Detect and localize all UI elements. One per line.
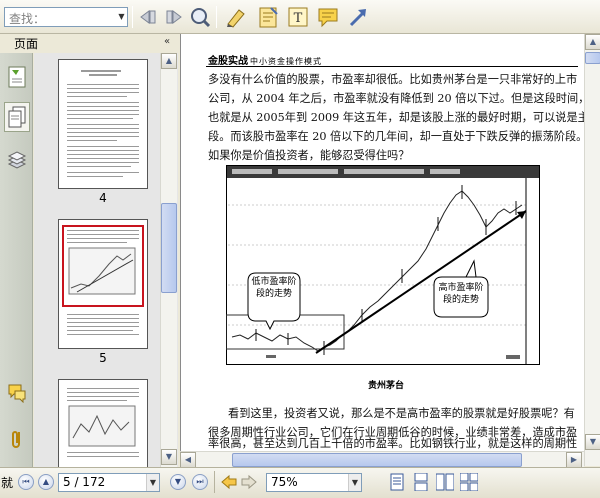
paragraph-line: 多没有什么价值的股票，市盈率却很低。比如贵州茅台是一只非常好的上市 [208,73,578,86]
header-rule [206,66,578,67]
continuous-view-icon[interactable] [412,473,430,491]
page-header-title: 金股实战 [208,56,248,67]
notes-icon[interactable] [256,5,280,29]
paragraph-line: 段。而该股市盈率在 20 倍以下的几年间，却一直处于下跌反弹的振荡阶段。 [208,130,588,143]
page-number-field[interactable]: 5 / 172 [58,473,160,492]
collapse-panel-button[interactable]: « [164,36,170,47]
arrow-tool-icon[interactable] [346,5,370,29]
page-thumbnail-6[interactable] [58,379,148,467]
status-text-cut: 就 [1,476,14,490]
status-separator [214,471,215,493]
scroll-thumb[interactable] [232,453,522,467]
scroll-thumb[interactable] [585,52,600,64]
go-back-icon[interactable] [220,473,238,491]
page-thumbnail-5[interactable] [58,219,148,349]
back-arrow-icon[interactable] [136,5,160,29]
callout-low-pe: 低市盈率阶段的走势 [251,277,297,299]
continuous-facing-view-icon[interactable] [460,473,478,491]
scroll-up-button[interactable]: ▲ [585,34,600,50]
scroll-right-button[interactable]: ▶ [566,452,582,468]
thumbnail-scrollbar[interactable]: ▲ ▼ [160,53,177,467]
forward-arrow-icon[interactable] [162,5,186,29]
thumbnail-label: 5 [99,351,107,365]
thumbnail-pane: 4 5 [34,53,178,467]
scroll-up-button[interactable]: ▲ [161,53,177,69]
layers-panel-icon[interactable] [4,146,30,176]
svg-text:T: T [294,11,303,26]
stock-chart-figure [225,165,540,365]
previous-page-icon[interactable]: ▲ [38,474,54,490]
search-dropdown-button[interactable]: ▼ [116,8,127,26]
attachment-icon[interactable] [4,424,30,454]
bookmark-panel-icon[interactable] [4,62,30,92]
thumbnail-label: 4 [99,191,107,205]
next-page-icon[interactable]: ▼ [170,474,186,490]
search-input[interactable]: 查找： [4,7,128,27]
scroll-thumb[interactable] [161,203,177,293]
search-zoom-icon[interactable] [188,5,212,29]
nav-panel-title: 页面 [14,37,39,51]
text-box-icon[interactable]: T [286,5,310,29]
zoom-dropdown-button[interactable]: ▼ [348,474,361,491]
document-scrollbar[interactable]: ▲ ▼ [584,34,600,466]
single-page-view-icon[interactable] [388,473,406,491]
paragraph-line: 也就是从 2005年到 2009 年这五年，却是该股上涨的最好时期，可以说是主升 [208,111,600,124]
paragraph-line: 看到这里，投资者又说，那么是不是高市盈率的股票就是好股票呢？有 [228,407,575,420]
facing-view-icon[interactable] [436,473,454,491]
comments-panel-icon[interactable] [4,378,30,408]
pages-panel-icon[interactable] [4,102,30,132]
horizontal-scrollbar[interactable]: ◀ ▶ [180,451,584,468]
toolbar-separator [216,6,217,28]
paragraph-line: 如果你是价值投资者，能够忍受得住吗？ [208,149,410,162]
scroll-left-button[interactable]: ◀ [180,452,196,468]
scroll-down-button[interactable]: ▼ [161,449,177,465]
scroll-down-button[interactable]: ▼ [585,434,600,450]
callout-high-pe: 高市盈率阶段的走势 [438,283,484,305]
last-page-icon[interactable]: ⏭ [192,474,208,490]
page-dropdown-button[interactable]: ▼ [146,474,159,491]
paragraph-line: 公司，从 2004 年之后，市盈率就没有降低到 20 倍以下过。但是这段时间， [208,92,590,105]
toolbar-separator [132,6,133,28]
go-forward-icon[interactable] [240,473,258,491]
first-page-icon[interactable]: ⏮ [18,474,34,490]
highlighter-icon[interactable] [224,5,248,29]
figure-caption: 贵州茅台 [368,381,405,391]
comment-icon[interactable] [316,5,340,29]
page-thumbnail-4[interactable] [58,59,148,189]
